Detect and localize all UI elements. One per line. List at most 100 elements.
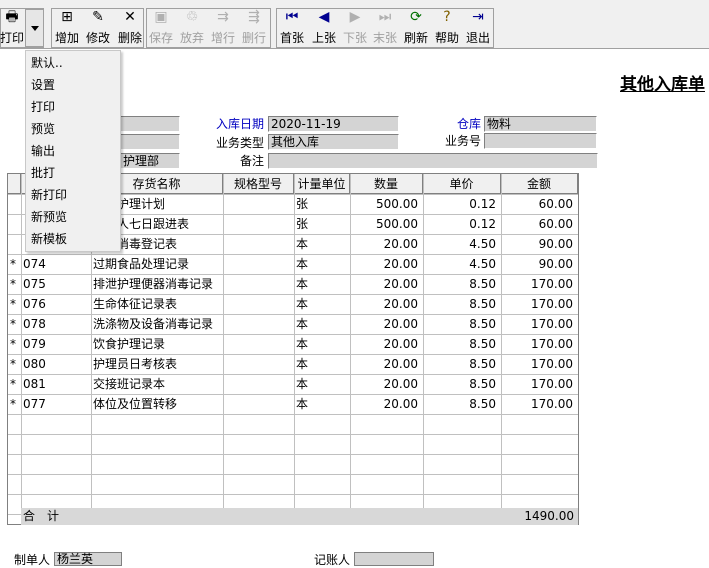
print-menu-default[interactable]: 默认.. <box>31 53 63 73</box>
item-price[interactable]: 8.50 <box>425 274 500 294</box>
row-marker[interactable]: * <box>10 334 20 354</box>
item-qty[interactable]: 20.00 <box>352 394 422 414</box>
item-qty[interactable]: 20.00 <box>352 294 422 314</box>
prev-button[interactable]: ◀ 上张 <box>310 8 338 46</box>
print-menu-export[interactable]: 输出 <box>31 141 55 161</box>
item-unit[interactable]: 本 <box>296 274 349 294</box>
row-marker[interactable]: * <box>10 354 20 374</box>
item-unit[interactable]: 张 <box>296 214 349 234</box>
item-name[interactable]: 过期食品处理记录 <box>93 254 222 274</box>
item-amount[interactable]: 60.00 <box>503 214 577 234</box>
item-amount[interactable]: 170.00 <box>503 334 577 354</box>
left-field-1[interactable] <box>120 116 180 132</box>
item-spec[interactable] <box>225 354 293 374</box>
item-amount[interactable]: 60.00 <box>503 194 577 214</box>
spec-col-header[interactable]: 规格型号 <box>223 174 294 194</box>
print-menu-preview[interactable]: 预览 <box>31 119 55 139</box>
item-unit[interactable]: 本 <box>296 354 349 374</box>
qty-col-header[interactable]: 数量 <box>350 174 423 194</box>
item-unit[interactable]: 本 <box>296 294 349 314</box>
item-code[interactable]: 075 <box>23 274 90 294</box>
item-spec[interactable] <box>225 274 293 294</box>
item-spec[interactable] <box>225 194 293 214</box>
item-code[interactable]: 074 <box>23 254 90 274</box>
row-marker[interactable]: * <box>10 274 20 294</box>
delete-button[interactable]: ✕ 删除 <box>116 8 144 46</box>
item-unit[interactable]: 本 <box>296 234 349 254</box>
item-price[interactable]: 4.50 <box>425 234 500 254</box>
print-menu-print[interactable]: 打印 <box>31 97 55 117</box>
row-marker[interactable]: * <box>10 254 20 274</box>
item-qty[interactable]: 20.00 <box>352 274 422 294</box>
item-unit[interactable]: 本 <box>296 394 349 414</box>
item-code[interactable]: 080 <box>23 354 90 374</box>
add-row-button[interactable]: ⇉ 增行 <box>209 8 237 46</box>
exit-button[interactable]: ⇥ 退出 <box>464 8 492 46</box>
item-code[interactable]: 077 <box>23 394 90 414</box>
delete-row-button[interactable]: ⇶ 删行 <box>240 8 268 46</box>
row-marker[interactable] <box>10 194 20 214</box>
unit-col-header[interactable]: 计量单位 <box>294 174 350 194</box>
item-spec[interactable] <box>225 314 293 334</box>
refresh-button[interactable]: ⟳ 刷新 <box>402 8 430 46</box>
item-price[interactable]: 0.12 <box>425 214 500 234</box>
item-code[interactable]: 081 <box>23 374 90 394</box>
item-amount[interactable]: 170.00 <box>503 274 577 294</box>
item-spec[interactable] <box>225 214 293 234</box>
item-name[interactable]: 排泄护理便器消毒记录 <box>93 274 222 294</box>
item-amount[interactable]: 90.00 <box>503 234 577 254</box>
item-price[interactable]: 4.50 <box>425 254 500 274</box>
item-name[interactable]: 护理员日考核表 <box>93 354 222 374</box>
row-marker[interactable] <box>10 214 20 234</box>
warehouse-field[interactable]: 物料 <box>484 116 597 132</box>
item-amount[interactable]: 170.00 <box>503 314 577 334</box>
amount-col-header[interactable]: 金额 <box>501 174 578 194</box>
row-marker[interactable]: * <box>10 294 20 314</box>
item-spec[interactable] <box>225 374 293 394</box>
biz-type-field[interactable]: 其他入库 <box>268 134 399 150</box>
item-spec[interactable] <box>225 334 293 354</box>
item-price[interactable]: 8.50 <box>425 334 500 354</box>
item-amount[interactable]: 170.00 <box>503 354 577 374</box>
item-qty[interactable]: 20.00 <box>352 374 422 394</box>
item-spec[interactable] <box>225 234 293 254</box>
edit-button[interactable]: ✎ 修改 <box>84 8 112 46</box>
next-button[interactable]: ▶ 下张 <box>341 8 369 46</box>
item-code[interactable]: 076 <box>23 294 90 314</box>
print-menu-settings[interactable]: 设置 <box>31 75 55 95</box>
item-code[interactable]: 079 <box>23 334 90 354</box>
remark-field[interactable] <box>268 153 598 169</box>
item-amount[interactable]: 170.00 <box>503 294 577 314</box>
item-unit[interactable]: 张 <box>296 194 349 214</box>
item-unit[interactable]: 本 <box>296 334 349 354</box>
item-qty[interactable]: 500.00 <box>352 194 422 214</box>
item-spec[interactable] <box>225 294 293 314</box>
item-qty[interactable]: 20.00 <box>352 314 422 334</box>
item-qty[interactable]: 20.00 <box>352 234 422 254</box>
item-unit[interactable]: 本 <box>296 254 349 274</box>
item-qty[interactable]: 20.00 <box>352 254 422 274</box>
price-col-header[interactable]: 单价 <box>423 174 501 194</box>
item-unit[interactable]: 本 <box>296 374 349 394</box>
item-name[interactable]: 体位及位置转移 <box>93 394 222 414</box>
item-price[interactable]: 8.50 <box>425 394 500 414</box>
item-price[interactable]: 8.50 <box>425 374 500 394</box>
date-field[interactable]: 2020-11-19 <box>268 116 399 132</box>
item-price[interactable]: 8.50 <box>425 294 500 314</box>
item-qty[interactable]: 500.00 <box>352 214 422 234</box>
item-spec[interactable] <box>225 254 293 274</box>
print-menu-new-template[interactable]: 新模板 <box>31 229 67 249</box>
print-menu-batch[interactable]: 批打 <box>31 163 55 183</box>
first-button[interactable]: ⏮ 首张 <box>278 8 306 46</box>
print-dropdown-button[interactable] <box>25 9 44 47</box>
item-amount[interactable]: 90.00 <box>503 254 577 274</box>
item-name[interactable]: 生命体征记录表 <box>93 294 222 314</box>
left-field-2[interactable] <box>120 134 180 150</box>
row-marker[interactable]: * <box>10 314 20 334</box>
department-field[interactable]: 护理部 <box>120 153 180 169</box>
help-button[interactable]: ? 帮助 <box>433 8 461 46</box>
discard-button[interactable]: ♲ 放弃 <box>178 8 206 46</box>
item-unit[interactable]: 本 <box>296 314 349 334</box>
row-marker[interactable]: * <box>10 394 20 414</box>
item-code[interactable]: 078 <box>23 314 90 334</box>
